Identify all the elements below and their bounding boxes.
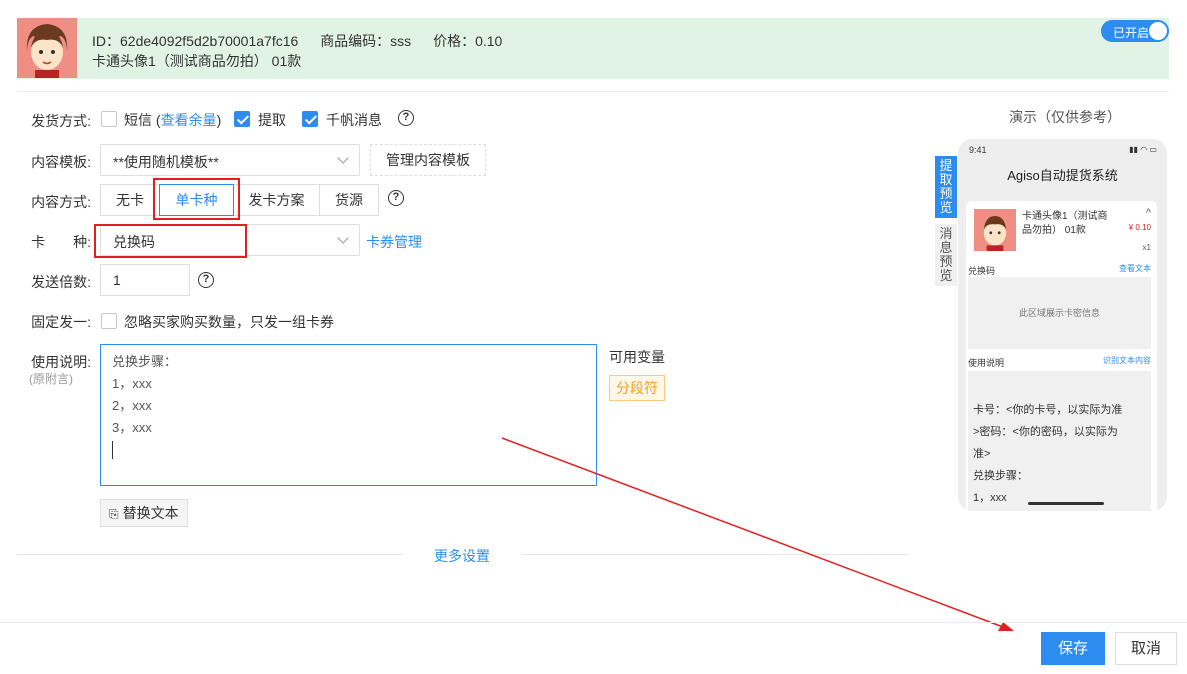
mode-option-single[interactable]: 单卡种 [159, 184, 234, 216]
save-button[interactable]: 保存 [1041, 632, 1105, 665]
footer-divider [0, 622, 1187, 623]
cancel-button[interactable]: 取消 [1115, 632, 1177, 665]
annotation-arrow [501, 437, 1014, 631]
